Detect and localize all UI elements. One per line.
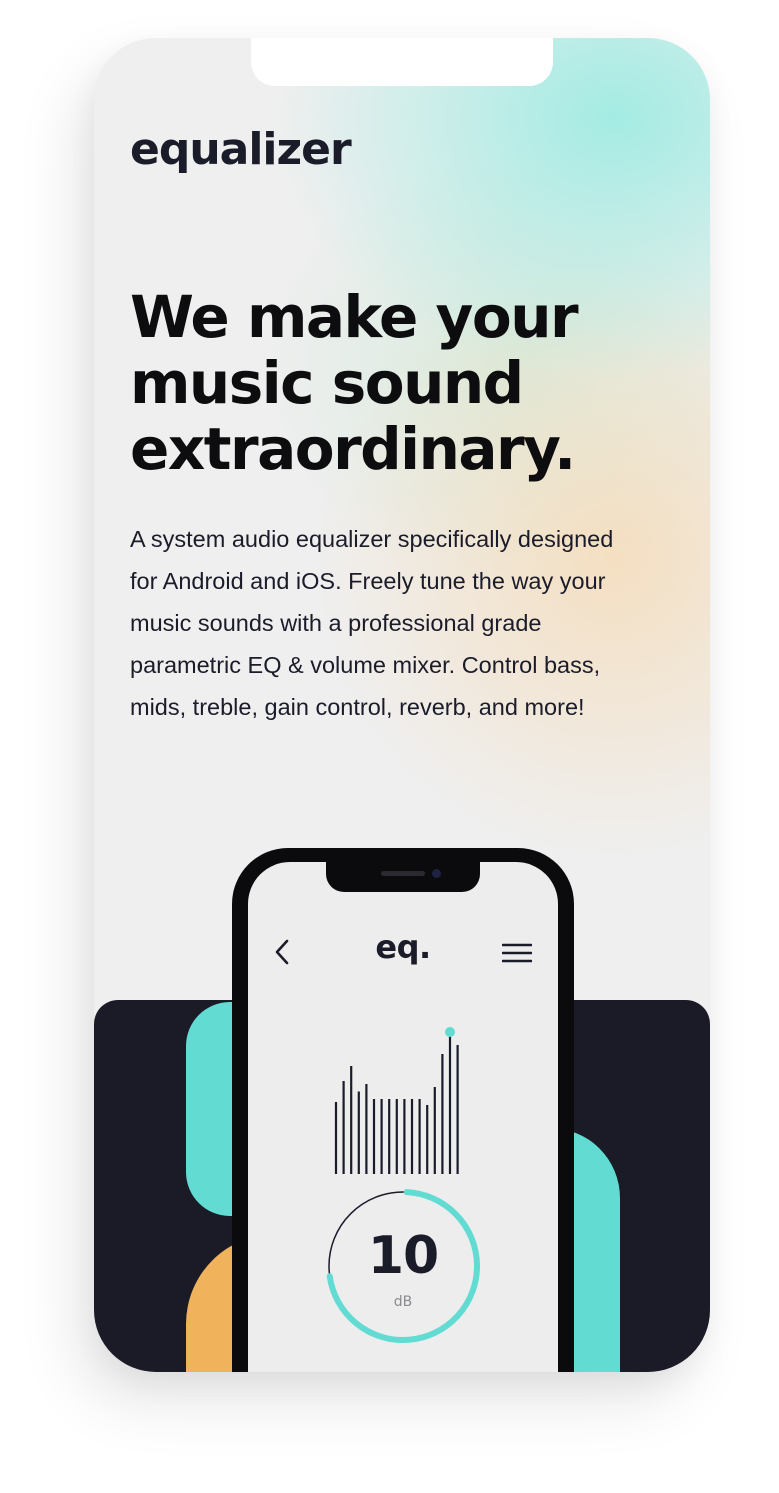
gain-unit: dB [393,1294,413,1310]
description-line: for Android and iOS. Freely tune the way… [130,568,606,594]
speaker-grille [381,871,425,876]
description-line: A system audio equalizer specifically de… [130,526,614,552]
mockup-notch [326,862,480,892]
device-frame: equalizer We make your music sound extra… [94,38,710,1372]
hamburger-menu-icon[interactable] [502,942,532,964]
app-mockup-screen: eq. 10 dB [248,862,558,1372]
eq-bar-handle[interactable] [445,1027,455,1037]
brand-logo[interactable]: equalizer [130,124,352,175]
description-line: mids, treble, gain control, reverb, and … [130,694,585,720]
camera-icon [432,869,441,878]
gain-value: 10 [367,1226,439,1286]
headline-line: extraordinary. [130,415,576,483]
hero-description: A system audio equalizer specifically de… [130,518,670,728]
headline-line: We make your [130,283,579,351]
equalizer-bars[interactable] [324,1022,484,1182]
landing-page: equalizer We make your music sound extra… [0,0,779,1493]
device-notch [251,38,553,86]
description-line: music sounds with a professional grade [130,610,542,636]
app-mockup-phone: eq. 10 dB [232,848,574,1372]
hero-headline: We make your music sound extraordinary. [130,284,690,482]
description-line: parametric EQ & volume mixer. Control ba… [130,652,601,678]
headline-line: music sound [130,349,524,417]
